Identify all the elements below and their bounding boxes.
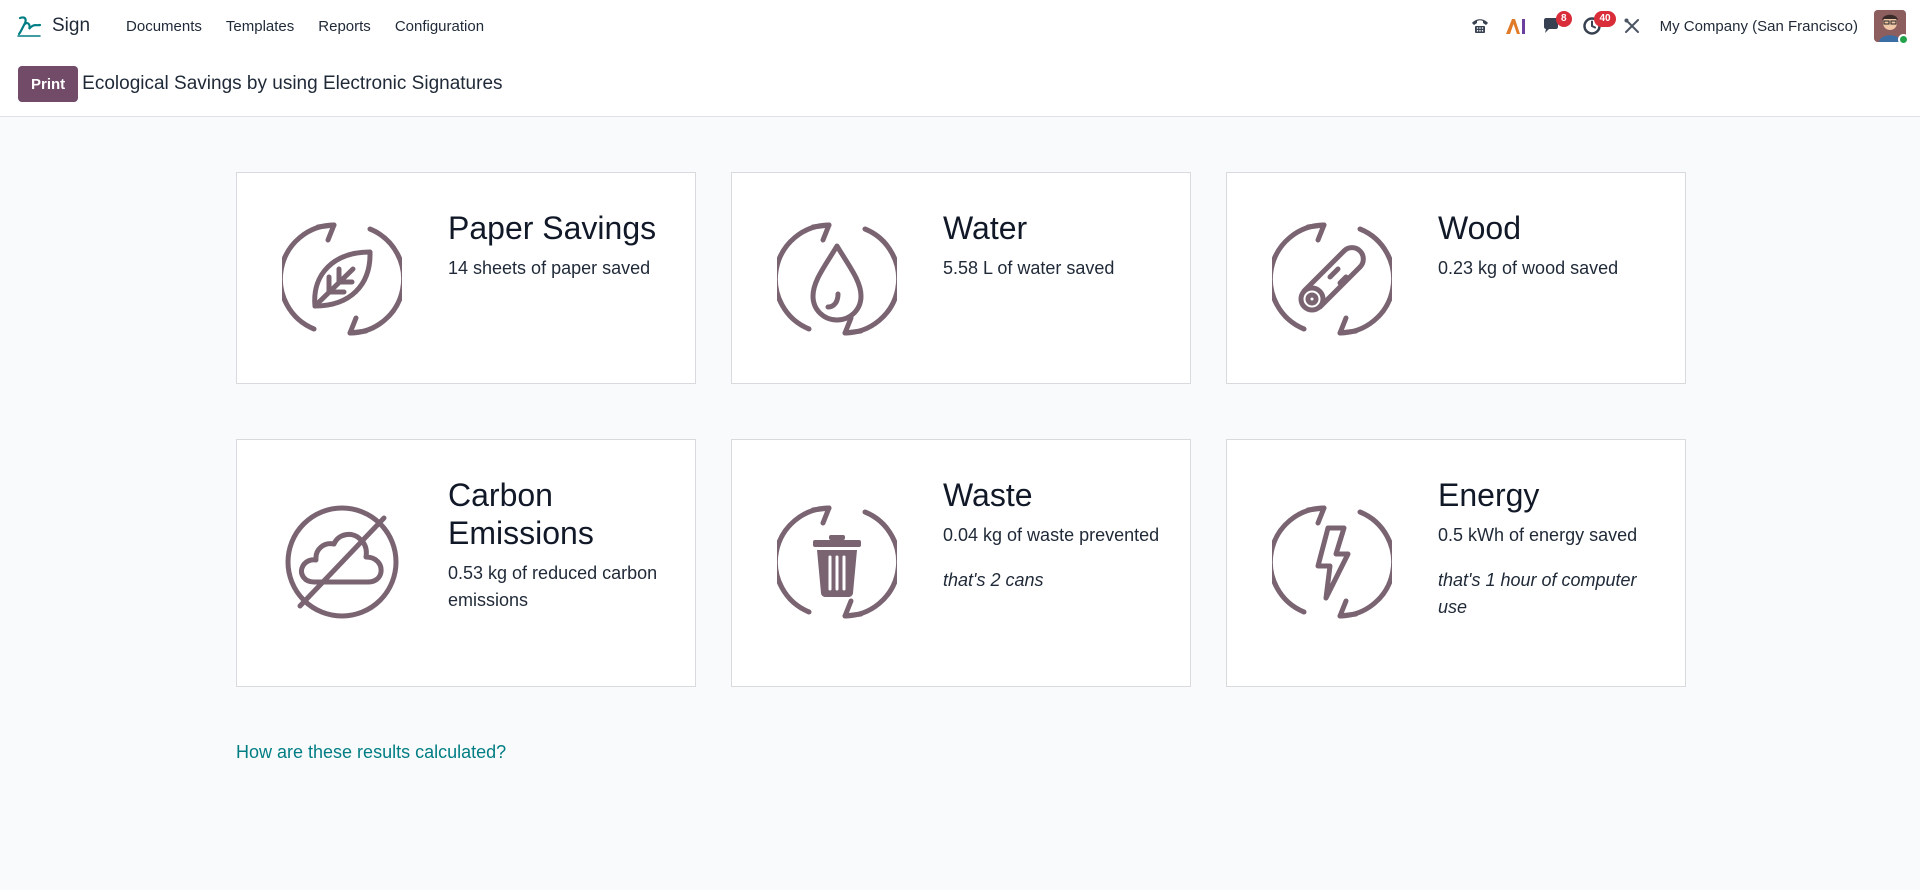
card-value: 0.5 kWh of energy saved bbox=[1438, 525, 1638, 545]
card-note: that's 1 hour of computer use bbox=[1438, 570, 1637, 617]
card-title: Wood bbox=[1438, 210, 1522, 246]
card-title: Waste bbox=[943, 477, 1033, 513]
company-switcher[interactable]: My Company (San Francisco) bbox=[1660, 18, 1858, 35]
card-value: 5.58 L of water saved bbox=[943, 258, 1115, 278]
card-value: 14 sheets of paper saved bbox=[448, 258, 651, 278]
presence-indicator bbox=[1898, 34, 1909, 45]
main-menu: Documents Templates Reports Configuratio… bbox=[114, 18, 496, 35]
phone-button[interactable] bbox=[1462, 0, 1498, 52]
sign-logo-icon bbox=[17, 16, 42, 37]
user-avatar[interactable] bbox=[1874, 10, 1909, 45]
menu-item-templates[interactable]: Templates bbox=[214, 18, 306, 35]
app-brand[interactable]: Sign bbox=[16, 14, 90, 38]
ai-icon bbox=[1505, 19, 1525, 34]
savings-card-wood: Wood 0.23 kg of wood saved bbox=[1226, 172, 1686, 384]
card-title: Water bbox=[943, 210, 1028, 246]
control-panel: Print Ecological Savings by using Electr… bbox=[0, 52, 1920, 117]
ai-button[interactable] bbox=[1498, 0, 1534, 52]
top-navbar: Sign Documents Templates Reports Configu… bbox=[0, 0, 1920, 52]
wood-log-recycle-icon bbox=[1272, 222, 1392, 336]
leaf-recycle-icon bbox=[282, 222, 402, 336]
card-title: Energy bbox=[1438, 477, 1540, 513]
card-value: 0.04 kg of waste prevented bbox=[943, 525, 1160, 545]
trash-recycle-icon bbox=[777, 505, 897, 619]
menu-item-documents[interactable]: Documents bbox=[114, 18, 214, 35]
card-value: 0.53 kg of reduced carbon emissions bbox=[448, 563, 658, 610]
print-button[interactable]: Print bbox=[18, 66, 79, 102]
savings-card-carbon: Carbon Emissions 0.53 kg of reduced carb… bbox=[236, 439, 696, 687]
savings-card-energy: Energy 0.5 kWh of energy saved that's 1 … bbox=[1226, 439, 1686, 687]
savings-card-waste: Waste 0.04 kg of waste prevented that's … bbox=[731, 439, 1191, 687]
card-title: Paper Savings bbox=[448, 210, 657, 246]
activities-button[interactable]: 40 bbox=[1570, 0, 1616, 52]
page-title: Ecological Savings by using Electronic S… bbox=[82, 73, 503, 94]
card-note: that's 2 cans bbox=[943, 570, 1044, 590]
systray: 8 40 My Company (San Francisco) bbox=[1462, 0, 1920, 52]
tools-button[interactable] bbox=[1614, 0, 1650, 52]
app-name: Sign bbox=[52, 15, 91, 36]
card-title: Carbon Emissions bbox=[448, 477, 594, 551]
cloud-crossed-icon bbox=[285, 505, 399, 619]
water-drop-recycle-icon bbox=[777, 222, 897, 336]
messages-button[interactable]: 8 bbox=[1534, 0, 1572, 52]
card-value: 0.23 kg of wood saved bbox=[1438, 258, 1619, 278]
activities-badge: 40 bbox=[1594, 11, 1616, 27]
menu-item-configuration[interactable]: Configuration bbox=[383, 18, 496, 35]
results-calculation-link[interactable]: How are these results calculated? bbox=[236, 742, 506, 763]
savings-card-water: Water 5.58 L of water saved bbox=[731, 172, 1191, 384]
phone-icon bbox=[1471, 19, 1488, 33]
lightning-recycle-icon bbox=[1272, 505, 1392, 619]
tools-icon bbox=[1624, 18, 1639, 33]
menu-item-reports[interactable]: Reports bbox=[306, 18, 383, 35]
savings-card-paper: Paper Savings 14 sheets of paper saved bbox=[236, 172, 696, 384]
